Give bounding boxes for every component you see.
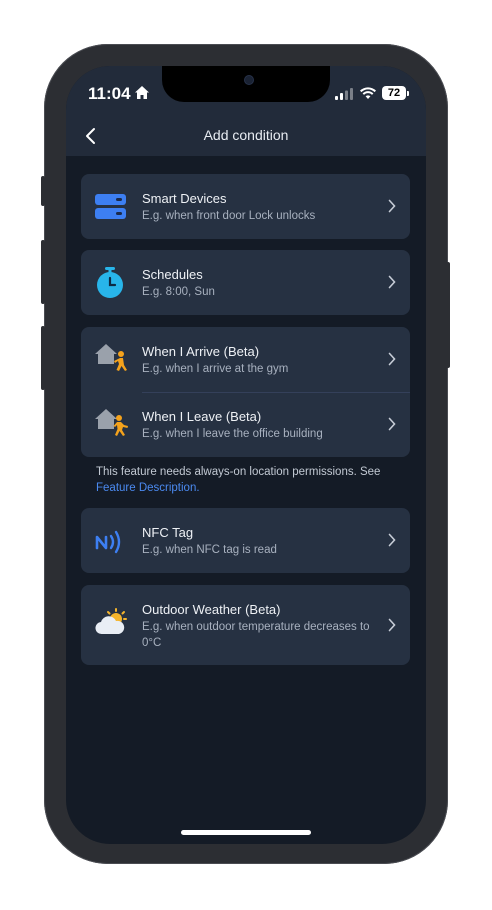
when-i-arrive-row[interactable]: When I Arrive (Beta) E.g. when I arrive …: [81, 327, 410, 392]
clock-icon: [97, 267, 123, 298]
item-subtitle: E.g. when I leave the office building: [142, 428, 323, 440]
location-permission-note: This feature needs always-on location pe…: [96, 464, 396, 496]
feature-description-link[interactable]: Feature Description.: [96, 482, 200, 494]
nfc-icon: [95, 530, 121, 554]
item-title: Smart Devices: [142, 191, 227, 206]
item-subtitle: E.g. when I arrive at the gym: [142, 363, 289, 375]
location-card: When I Arrive (Beta) E.g. when I arrive …: [81, 327, 410, 457]
item-title: NFC Tag: [142, 525, 194, 540]
chevron-right-icon: [388, 533, 396, 547]
battery-tip: [407, 91, 409, 96]
cellular-signal-icon: [335, 88, 353, 100]
leave-home-icon: [95, 409, 128, 436]
chevron-right-icon: [388, 618, 396, 632]
outdoor-weather-card[interactable]: Outdoor Weather (Beta) E.g. when outdoor…: [81, 585, 410, 665]
item-subtitle: E.g. 8:00, Sun: [142, 286, 215, 298]
weather-icon: [95, 608, 127, 635]
item-title: Outdoor Weather (Beta): [142, 602, 281, 617]
item-title: Schedules: [142, 267, 203, 282]
volume-up-button: [41, 240, 45, 304]
status-time: 11:04: [88, 84, 131, 103]
smart-devices-card[interactable]: Smart Devices E.g. when front door Lock …: [81, 174, 410, 239]
note-text: This feature needs always-on location pe…: [96, 466, 381, 478]
home-indicator[interactable]: [181, 830, 311, 835]
item-title: When I Leave (Beta): [142, 409, 262, 424]
notch: [162, 66, 330, 102]
arrive-home-icon: [95, 344, 127, 371]
item-subtitle: E.g. when outdoor temperature decreases …: [142, 621, 370, 649]
power-button: [446, 262, 450, 368]
item-subtitle: E.g. when front door Lock unlocks: [142, 210, 316, 222]
chevron-right-icon: [388, 275, 396, 289]
chevron-right-icon: [388, 199, 396, 213]
chevron-right-icon: [388, 352, 396, 366]
camera-icon: [245, 76, 253, 84]
page-title: Add condition: [203, 127, 289, 143]
volume-down-button: [41, 326, 45, 390]
schedules-card[interactable]: Schedules E.g. 8:00, Sun: [81, 250, 410, 315]
wifi-icon: [360, 87, 376, 99]
nfc-tag-card[interactable]: NFC Tag E.g. when NFC tag is read: [81, 508, 410, 573]
when-i-leave-row[interactable]: When I Leave (Beta) E.g. when I leave th…: [81, 392, 410, 457]
item-subtitle: E.g. when NFC tag is read: [142, 544, 277, 556]
item-title: When I Arrive (Beta): [142, 344, 260, 359]
smart-devices-icon: [95, 194, 126, 219]
mute-switch: [41, 176, 45, 206]
chevron-right-icon: [388, 417, 396, 431]
home-icon: [135, 86, 149, 99]
screen: 11:04 72 Add condition Smart Devices E.g…: [66, 66, 426, 844]
battery-indicator: 72: [382, 86, 406, 100]
